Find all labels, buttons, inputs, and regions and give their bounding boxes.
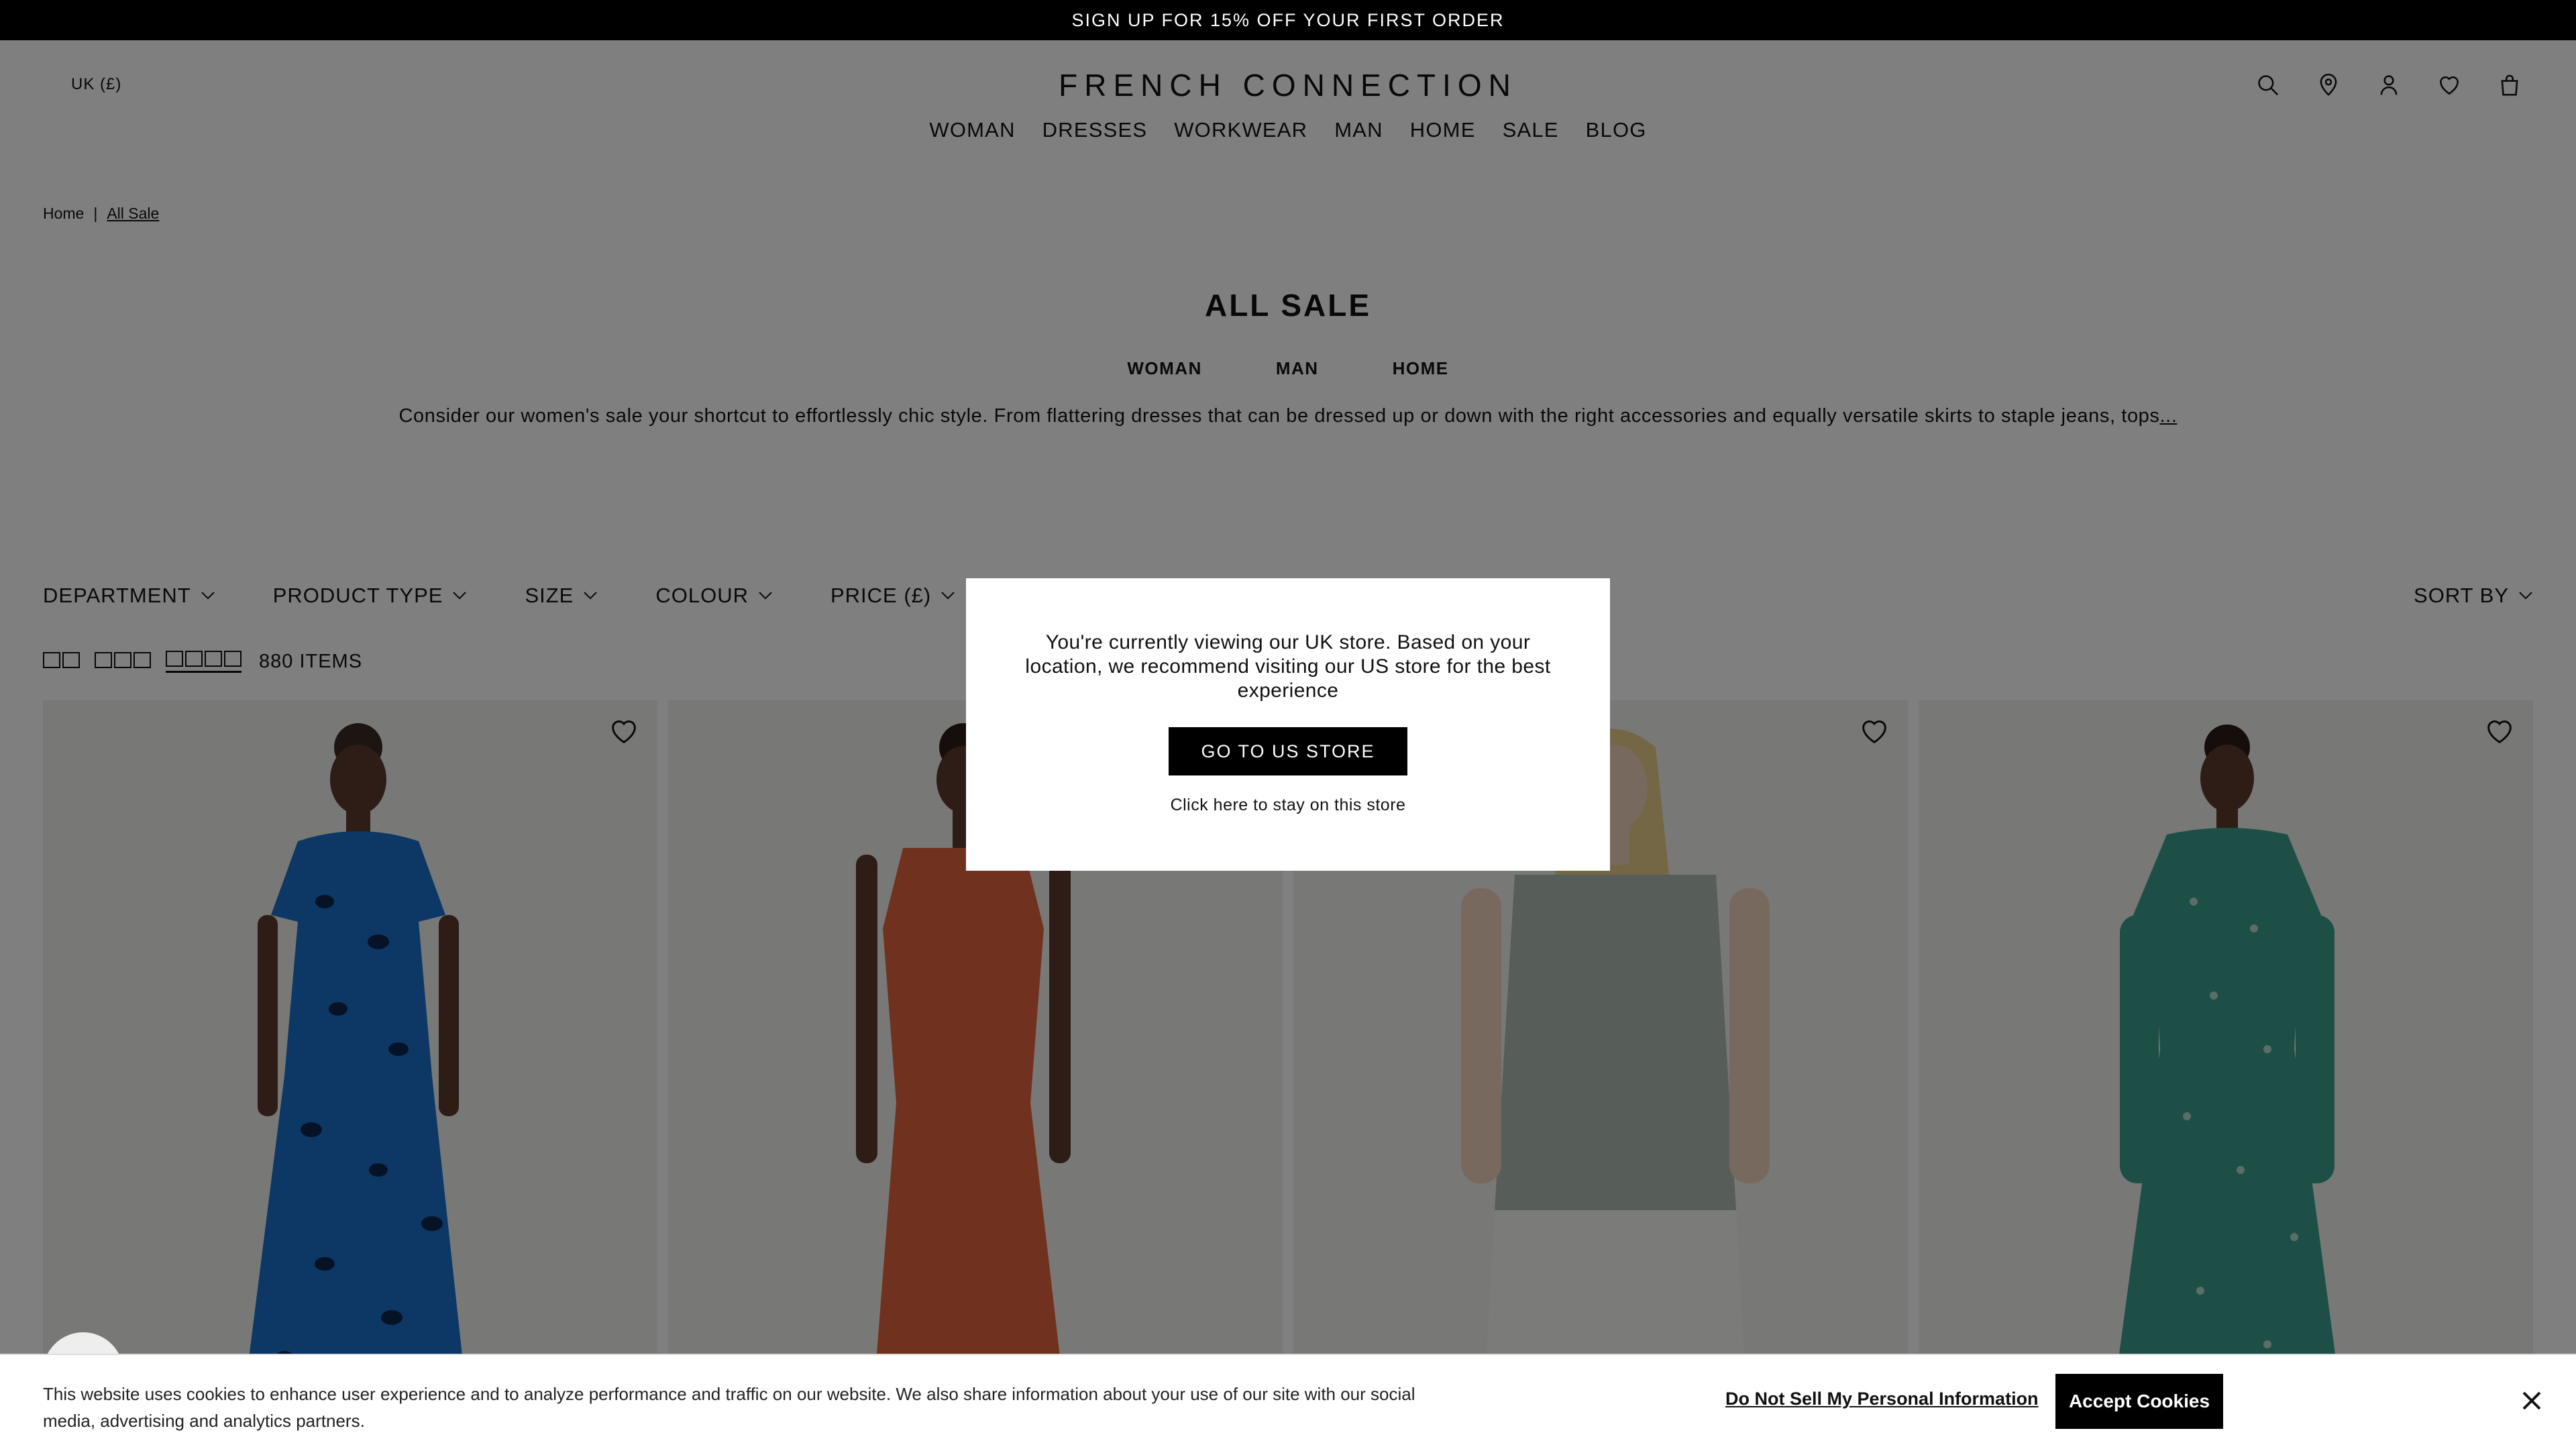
promo-bar[interactable]: SIGN UP FOR 15% OFF YOUR FIRST ORDER (0, 0, 2576, 40)
accept-cookies-button[interactable]: Accept Cookies (2055, 1374, 2223, 1429)
promo-text[interactable]: SIGN UP FOR 15% OFF YOUR FIRST ORDER (1071, 10, 1504, 31)
do-not-sell-link[interactable]: Do Not Sell My Personal Information (1725, 1389, 2039, 1409)
modal-message: You're currently viewing our UK store. B… (1025, 631, 1551, 702)
store-redirect-modal: You're currently viewing our UK store. B… (966, 578, 1610, 871)
stay-on-store-link[interactable]: Click here to stay on this store (966, 796, 1610, 815)
cookie-text: This website uses cookies to enhance use… (43, 1384, 1415, 1431)
close-icon[interactable] (2520, 1389, 2544, 1413)
go-to-us-store-button[interactable]: GO TO US STORE (1169, 727, 1407, 775)
cookie-banner: This website uses cookies to enhance use… (0, 1354, 2576, 1449)
